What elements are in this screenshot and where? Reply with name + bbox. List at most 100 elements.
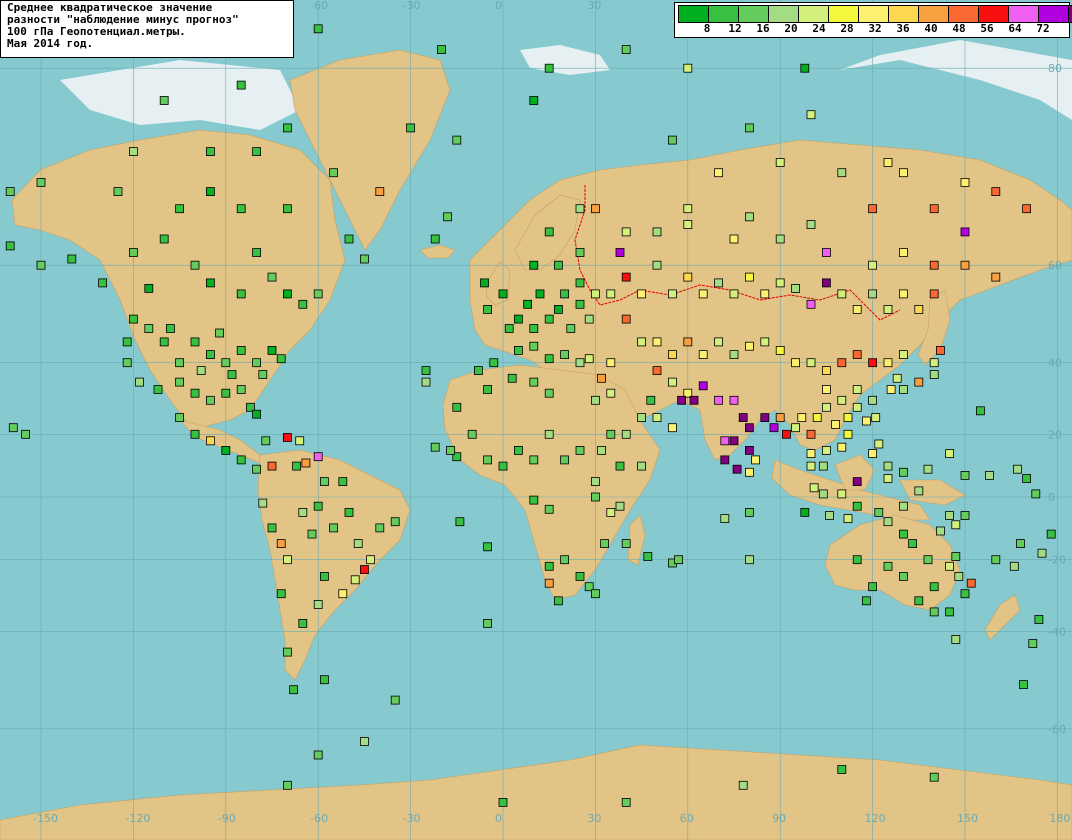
legend-swatch bbox=[1068, 5, 1072, 23]
station-marker bbox=[514, 345, 523, 355]
station-marker bbox=[745, 467, 754, 477]
station-marker bbox=[338, 589, 348, 599]
station-marker bbox=[806, 110, 816, 120]
station-marker bbox=[236, 455, 246, 465]
lon-tick-label: 180 bbox=[1049, 812, 1070, 825]
station-marker bbox=[1009, 561, 1019, 571]
lon-tick-label: -30 bbox=[403, 812, 421, 825]
station-marker bbox=[837, 489, 847, 499]
station-marker bbox=[122, 337, 132, 347]
station-marker bbox=[122, 358, 132, 368]
station-marker bbox=[313, 750, 323, 760]
station-marker bbox=[606, 507, 616, 517]
station-marker bbox=[899, 248, 908, 257]
station-marker bbox=[714, 395, 723, 405]
station-marker bbox=[652, 227, 662, 237]
station-marker bbox=[852, 555, 862, 565]
station-marker bbox=[344, 507, 354, 517]
station-marker bbox=[544, 63, 554, 73]
station-marker bbox=[597, 445, 606, 455]
station-marker bbox=[591, 395, 600, 405]
lat-tick-label: 0 bbox=[1048, 491, 1055, 504]
station-marker bbox=[714, 168, 723, 178]
station-marker bbox=[976, 406, 985, 416]
station-marker bbox=[966, 578, 976, 588]
station-marker bbox=[282, 780, 292, 790]
station-marker bbox=[745, 507, 754, 517]
station-marker bbox=[261, 436, 271, 446]
station-marker bbox=[615, 461, 625, 471]
station-marker bbox=[646, 395, 656, 405]
station-marker bbox=[899, 529, 908, 539]
station-marker bbox=[886, 385, 896, 394]
station-marker bbox=[960, 177, 970, 187]
station-marker bbox=[375, 187, 385, 197]
station-marker bbox=[806, 220, 816, 229]
title-box: Среднее квадратическое значение разности… bbox=[0, 0, 294, 58]
station-marker bbox=[421, 366, 431, 376]
legend-swatch bbox=[1008, 5, 1039, 23]
station-marker bbox=[446, 445, 456, 455]
station-marker bbox=[36, 177, 46, 187]
station-marker bbox=[606, 358, 616, 368]
station-marker bbox=[822, 385, 831, 394]
station-marker bbox=[606, 289, 616, 299]
station-marker bbox=[683, 272, 693, 282]
station-marker bbox=[862, 596, 871, 606]
station-marker bbox=[899, 350, 908, 360]
station-marker bbox=[221, 388, 231, 398]
station-marker bbox=[1013, 464, 1022, 474]
station-marker bbox=[350, 575, 360, 585]
station-marker bbox=[295, 436, 305, 446]
station-marker bbox=[190, 337, 200, 347]
station-marker bbox=[822, 445, 831, 455]
station-marker bbox=[473, 366, 483, 376]
station-marker bbox=[775, 345, 785, 355]
title-line-4: Мая 2014 год. bbox=[7, 37, 94, 50]
station-marker bbox=[621, 798, 631, 807]
station-marker bbox=[196, 366, 206, 376]
station-marker bbox=[720, 514, 730, 523]
station-marker bbox=[128, 314, 138, 324]
station-marker bbox=[205, 436, 215, 446]
station-marker bbox=[985, 470, 994, 480]
station-marker bbox=[554, 260, 563, 270]
station-marker bbox=[615, 248, 625, 257]
station-marker bbox=[929, 772, 939, 782]
station-marker bbox=[359, 737, 369, 746]
station-marker bbox=[298, 619, 308, 628]
station-marker bbox=[498, 798, 508, 807]
station-marker bbox=[652, 413, 662, 423]
station-marker bbox=[600, 539, 609, 548]
station-marker bbox=[584, 354, 594, 364]
station-marker bbox=[837, 765, 847, 774]
station-marker bbox=[960, 511, 970, 520]
station-marker bbox=[215, 328, 225, 338]
station-marker bbox=[591, 204, 600, 214]
lat-tick-label: -20 bbox=[1048, 554, 1066, 567]
station-marker bbox=[868, 449, 877, 459]
station-marker bbox=[960, 227, 970, 237]
station-marker bbox=[544, 561, 554, 571]
lon-tick-label: 120 bbox=[865, 812, 886, 825]
station-marker bbox=[825, 511, 834, 520]
station-marker bbox=[945, 449, 954, 459]
station-marker bbox=[575, 358, 585, 368]
station-marker bbox=[883, 304, 893, 314]
station-marker bbox=[307, 529, 317, 539]
station-marker bbox=[1037, 548, 1047, 558]
top-tick-label: 30 bbox=[587, 0, 601, 12]
legend-label: 20 bbox=[784, 22, 798, 35]
station-marker bbox=[883, 158, 893, 167]
station-marker bbox=[899, 385, 908, 394]
station-marker bbox=[529, 341, 539, 351]
lon-tick-label: 0 bbox=[495, 812, 502, 825]
station-marker bbox=[668, 289, 677, 299]
station-marker bbox=[190, 388, 200, 398]
station-marker bbox=[1022, 204, 1031, 214]
station-marker bbox=[822, 248, 831, 257]
station-marker bbox=[452, 135, 462, 145]
station-marker bbox=[252, 248, 262, 257]
station-marker bbox=[313, 24, 323, 34]
station-marker bbox=[929, 370, 939, 379]
